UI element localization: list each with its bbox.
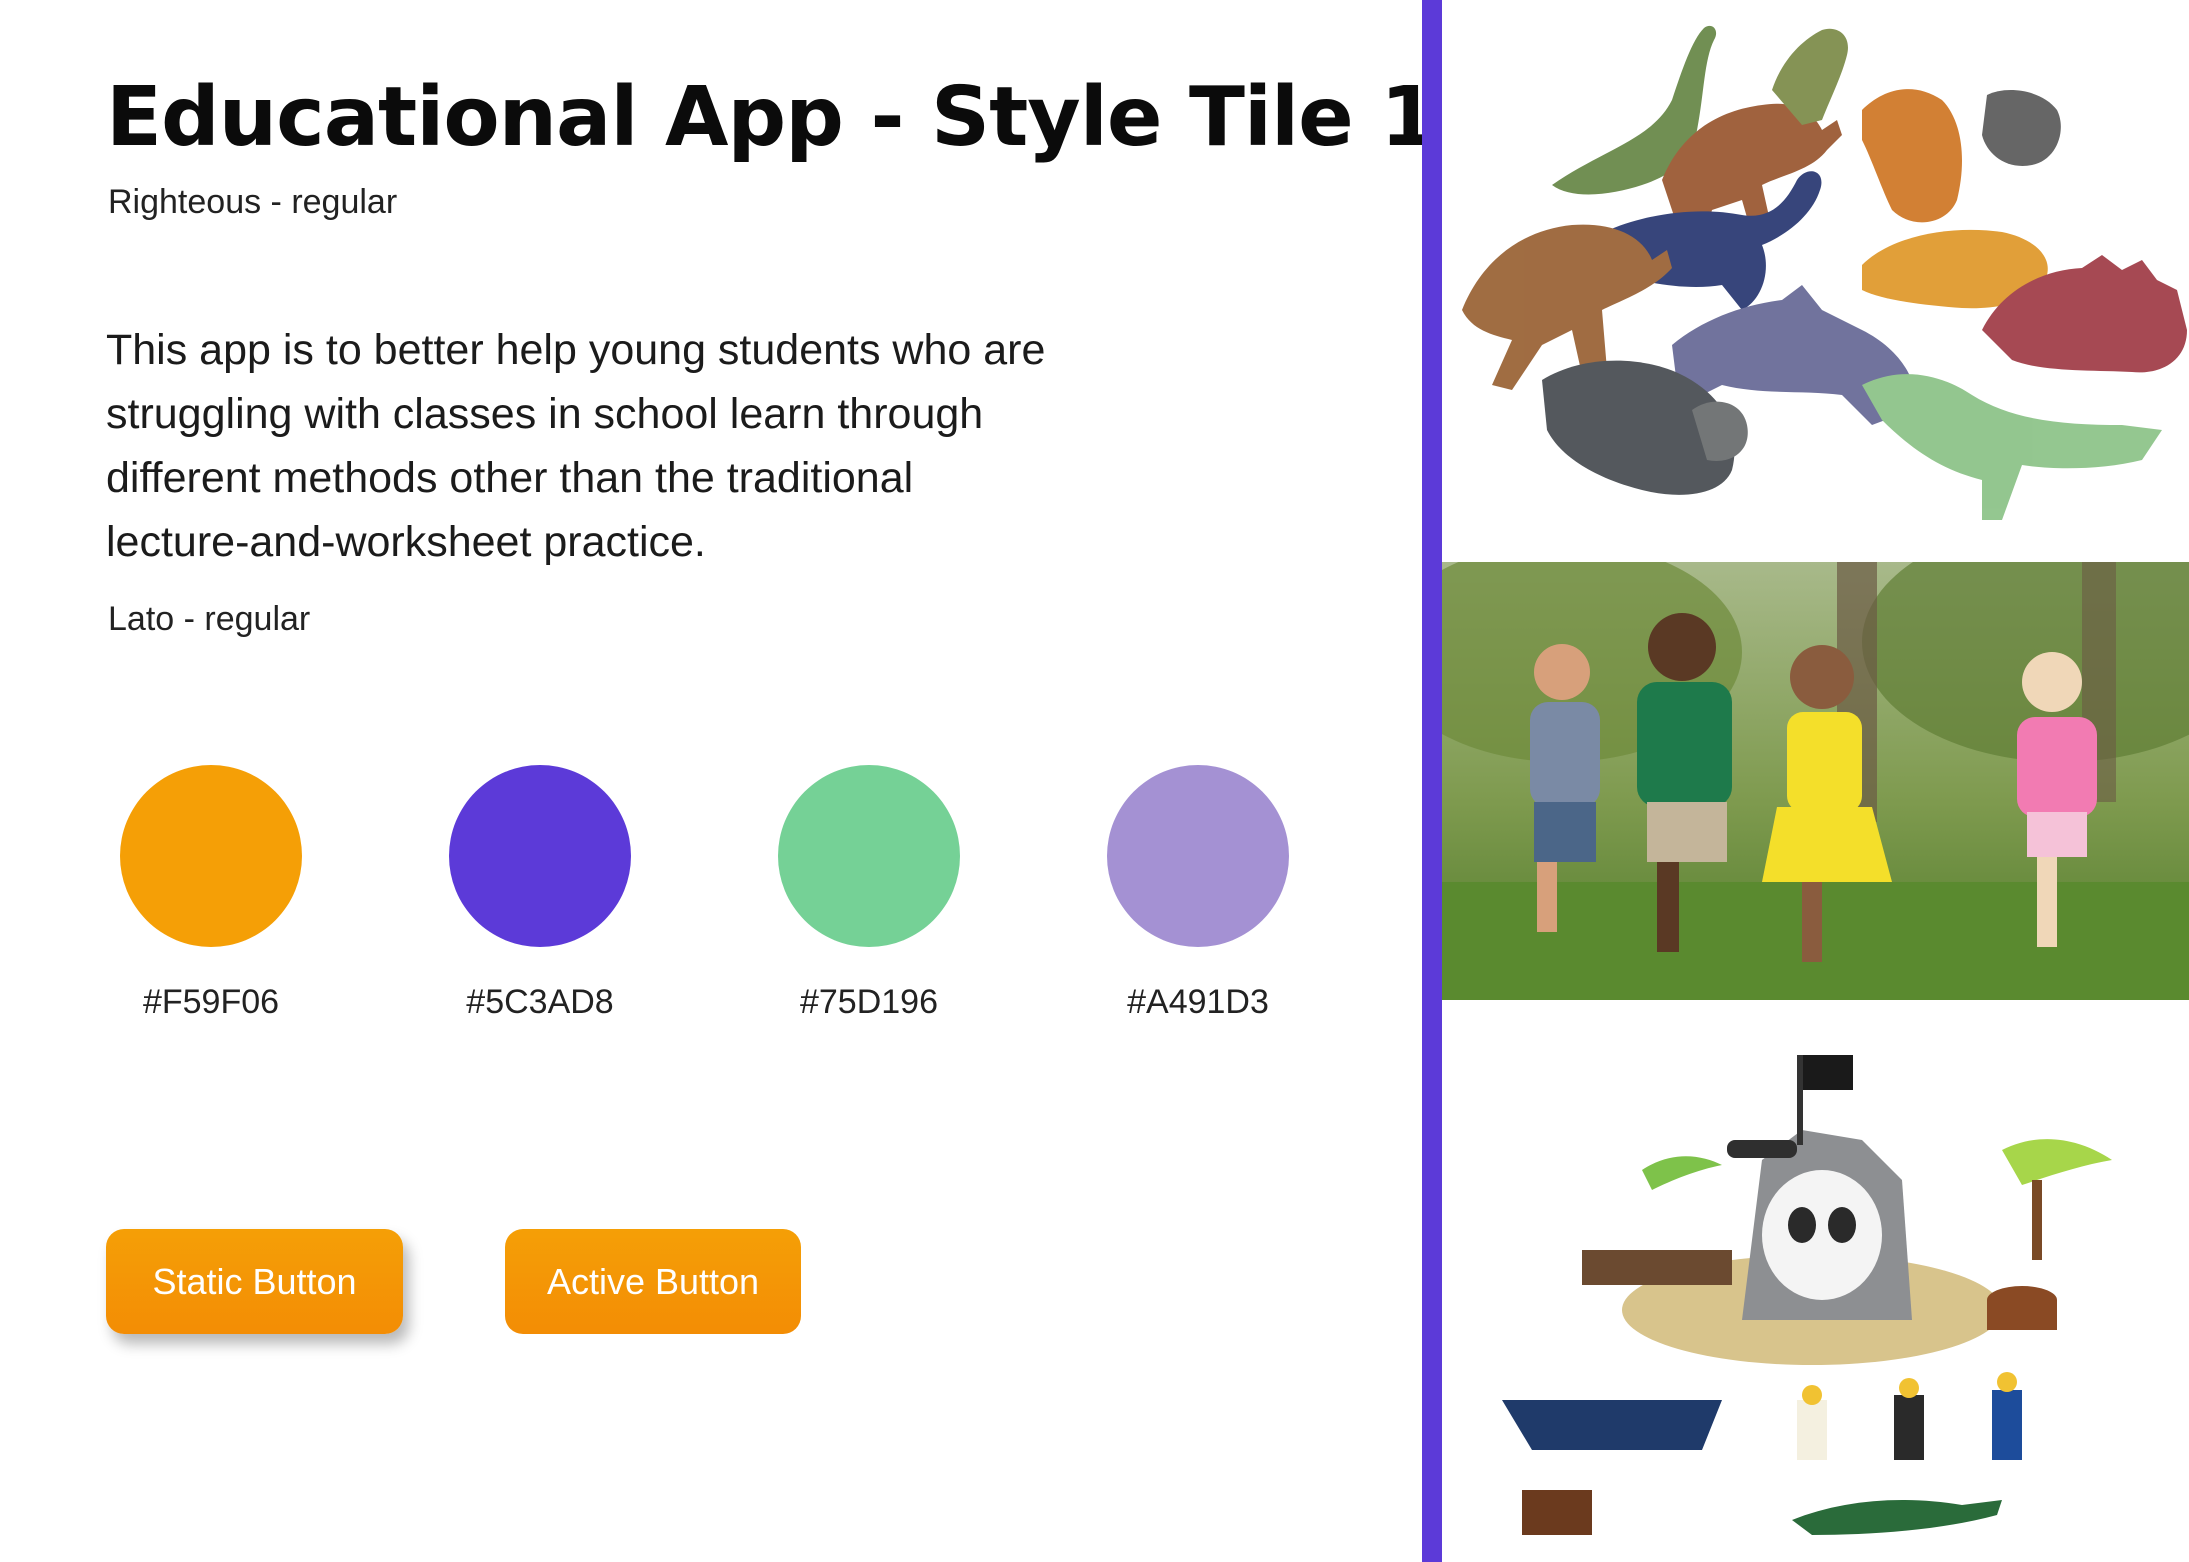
body-text-sample: This app is to better help young student… bbox=[106, 326, 1046, 566]
pirate-lego-set-photo bbox=[1442, 1000, 2189, 1562]
body-font-label: Lato - regular bbox=[108, 600, 311, 638]
active-button[interactable]: Active Button bbox=[505, 1229, 801, 1334]
vertical-divider bbox=[1422, 0, 1442, 1562]
color-swatch-lavender bbox=[1107, 765, 1289, 947]
color-swatch-orange bbox=[120, 765, 302, 947]
hex-label-orange: #F59F06 bbox=[142, 983, 280, 1021]
color-swatch-green bbox=[778, 765, 960, 947]
page-title: Educational App - Style Tile 1 bbox=[106, 70, 1437, 165]
hex-label-purple: #5C3AD8 bbox=[466, 983, 614, 1021]
color-swatch-purple bbox=[449, 765, 631, 947]
style-tile-panel: Educational App - Style Tile 1 Righteous… bbox=[0, 0, 1437, 1562]
hex-label-green: #75D196 bbox=[799, 983, 938, 1021]
toy-dinosaurs-photo bbox=[1442, 0, 2189, 562]
hex-label-lavender: #A491D3 bbox=[1127, 983, 1269, 1021]
static-button[interactable]: Static Button bbox=[106, 1229, 403, 1334]
title-font-label: Righteous - regular bbox=[108, 183, 398, 221]
children-running-photo bbox=[1442, 562, 2189, 1000]
